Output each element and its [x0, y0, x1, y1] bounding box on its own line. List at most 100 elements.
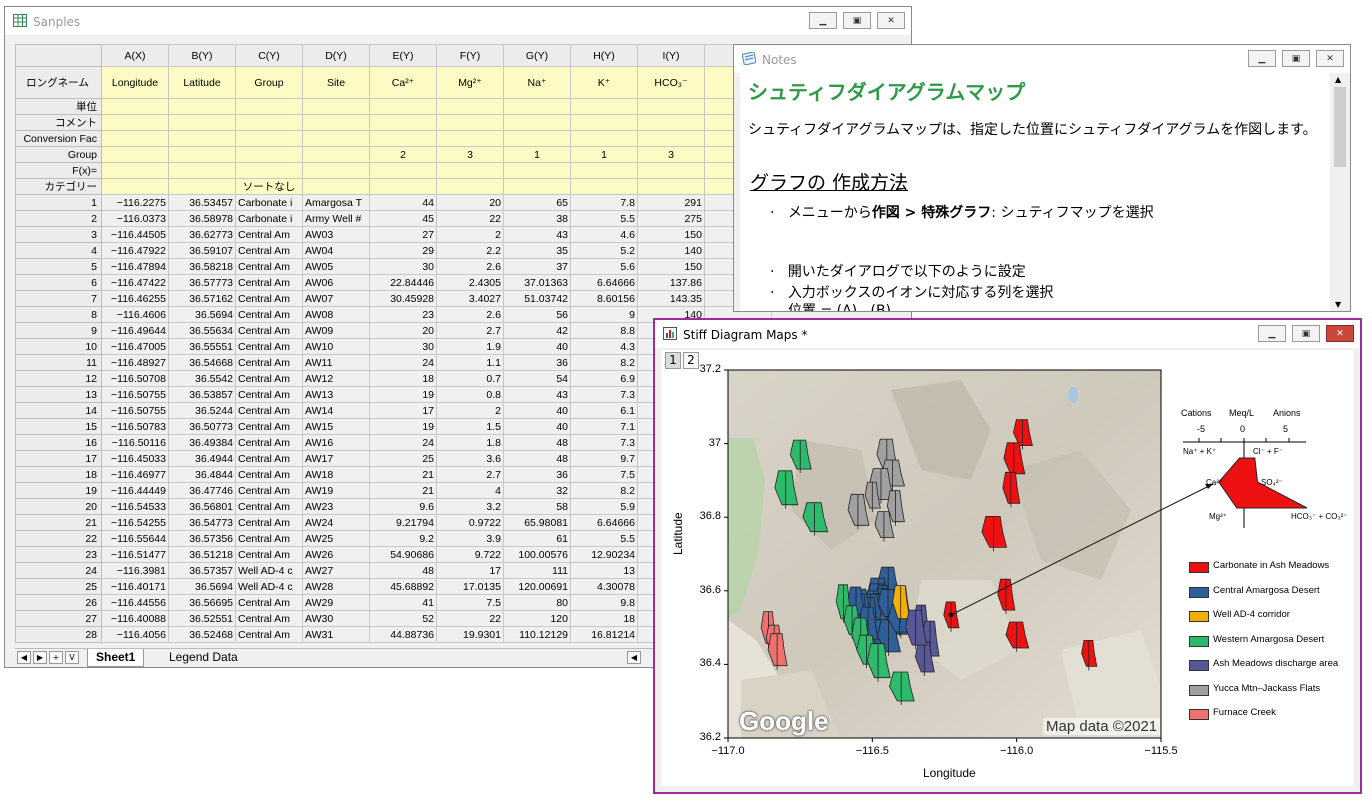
data-cell[interactable]: 36.54668 [168, 354, 236, 371]
data-cell[interactable]: −116.50755 [101, 386, 169, 403]
data-cell[interactable]: 0.8 [436, 386, 504, 403]
data-cell[interactable]: 36.59107 [168, 242, 236, 259]
data-cell[interactable]: AW11 [302, 354, 370, 371]
data-cell[interactable]: 9.2 [369, 530, 437, 547]
meta-cell[interactable] [168, 98, 236, 115]
data-cell[interactable]: AW04 [302, 242, 370, 259]
meta-cell[interactable]: Site [302, 66, 370, 99]
data-cell[interactable]: 9.21794 [369, 514, 437, 531]
meta-cell[interactable]: 1 [570, 146, 638, 163]
data-cell[interactable]: 275 [637, 210, 705, 227]
row-header[interactable]: 8 [15, 306, 102, 323]
data-cell[interactable]: 18 [570, 610, 638, 627]
data-cell[interactable]: Central Am [235, 498, 303, 515]
data-cell[interactable]: 1.9 [436, 338, 504, 355]
data-cell[interactable]: 2.7 [436, 466, 504, 483]
meta-cell[interactable]: ソートなし [235, 178, 303, 195]
data-cell[interactable]: 2.2 [436, 242, 504, 259]
data-cell[interactable]: Central Am [235, 402, 303, 419]
data-cell[interactable]: 37 [503, 258, 571, 275]
data-cell[interactable]: AW31 [302, 626, 370, 643]
data-cell[interactable]: 80 [503, 594, 571, 611]
data-cell[interactable]: 20 [436, 194, 504, 211]
data-cell[interactable]: −116.40171 [101, 578, 169, 595]
data-cell[interactable]: 13 [570, 562, 638, 579]
row-header[interactable]: 5 [15, 258, 102, 275]
meta-cell[interactable]: Mg²⁺ [436, 66, 504, 99]
meta-cell[interactable] [101, 146, 169, 163]
data-cell[interactable]: Central Am [235, 530, 303, 547]
data-cell[interactable]: 36.53857 [168, 386, 236, 403]
data-cell[interactable]: AW30 [302, 610, 370, 627]
row-header[interactable]: 6 [15, 274, 102, 291]
column-header[interactable]: I(Y) [637, 44, 705, 67]
data-cell[interactable]: AW03 [302, 226, 370, 243]
meta-label[interactable]: F(x)= [15, 162, 102, 179]
data-cell[interactable]: 17.0135 [436, 578, 504, 595]
data-cell[interactable]: 52 [369, 610, 437, 627]
data-cell[interactable]: −116.45033 [101, 450, 169, 467]
row-header[interactable]: 18 [15, 466, 102, 483]
data-cell[interactable]: 36.58978 [168, 210, 236, 227]
data-cell[interactable]: 27 [369, 226, 437, 243]
meta-cell[interactable] [101, 178, 169, 195]
data-cell[interactable]: −116.50708 [101, 370, 169, 387]
data-cell[interactable]: Carbonate i [235, 210, 303, 227]
meta-cell[interactable] [503, 130, 571, 147]
data-cell[interactable]: 6.9 [570, 370, 638, 387]
data-cell[interactable]: AW10 [302, 338, 370, 355]
data-cell[interactable]: Central Am [235, 290, 303, 307]
data-cell[interactable]: 36.5694 [168, 578, 236, 595]
data-cell[interactable]: 36.58218 [168, 258, 236, 275]
row-header[interactable]: 25 [15, 578, 102, 595]
data-cell[interactable]: 29 [369, 242, 437, 259]
meta-label[interactable]: Group [15, 146, 102, 163]
data-cell[interactable]: 44.88736 [369, 626, 437, 643]
data-cell[interactable]: 21 [369, 482, 437, 499]
row-header[interactable]: 15 [15, 418, 102, 435]
meta-label[interactable]: カテゴリー [15, 178, 102, 195]
data-cell[interactable]: 9.722 [436, 546, 504, 563]
data-cell[interactable]: 36.56801 [168, 498, 236, 515]
maximize-button[interactable]: ▣ [843, 12, 871, 29]
data-cell[interactable]: AW14 [302, 402, 370, 419]
data-cell[interactable]: 19 [369, 418, 437, 435]
row-header[interactable]: 13 [15, 386, 102, 403]
data-cell[interactable]: AW05 [302, 258, 370, 275]
data-cell[interactable]: AW19 [302, 482, 370, 499]
row-header[interactable]: 23 [15, 546, 102, 563]
data-cell[interactable]: 6.64666 [570, 514, 638, 531]
row-header[interactable]: 4 [15, 242, 102, 259]
meta-cell[interactable] [235, 114, 303, 131]
data-cell[interactable]: 140 [637, 242, 705, 259]
data-cell[interactable]: AW27 [302, 562, 370, 579]
row-header[interactable]: 2 [15, 210, 102, 227]
meta-cell[interactable] [168, 114, 236, 131]
data-cell[interactable]: −116.54255 [101, 514, 169, 531]
meta-cell[interactable] [503, 178, 571, 195]
data-cell[interactable]: AW18 [302, 466, 370, 483]
data-cell[interactable]: Central Am [235, 450, 303, 467]
data-cell[interactable]: 30 [369, 338, 437, 355]
data-cell[interactable]: −116.47922 [101, 242, 169, 259]
meta-cell[interactable] [503, 114, 571, 131]
data-cell[interactable]: −116.50116 [101, 434, 169, 451]
row-header[interactable]: 10 [15, 338, 102, 355]
column-header[interactable]: C(Y) [235, 44, 303, 67]
data-cell[interactable]: 2 [436, 226, 504, 243]
data-cell[interactable]: −116.44556 [101, 594, 169, 611]
meta-cell[interactable] [168, 162, 236, 179]
row-header[interactable]: 19 [15, 482, 102, 499]
data-cell[interactable]: 8.2 [570, 482, 638, 499]
data-cell[interactable]: 25 [369, 450, 437, 467]
data-cell[interactable]: −116.49644 [101, 322, 169, 339]
minimize-button[interactable]: ▁ [809, 12, 837, 29]
data-cell[interactable]: 8.60156 [570, 290, 638, 307]
meta-cell[interactable] [168, 130, 236, 147]
data-cell[interactable]: 1.5 [436, 418, 504, 435]
data-cell[interactable]: 6.1 [570, 402, 638, 419]
data-cell[interactable]: −116.54533 [101, 498, 169, 515]
data-cell[interactable]: 36.62773 [168, 226, 236, 243]
data-cell[interactable]: 65.98081 [503, 514, 571, 531]
meta-cell[interactable] [570, 98, 638, 115]
